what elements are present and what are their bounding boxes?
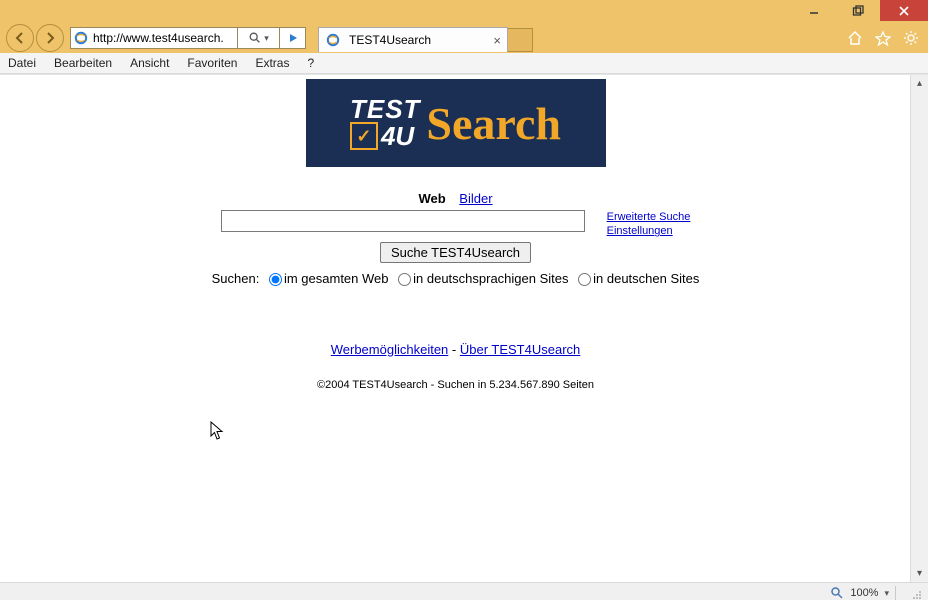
favorites-star-icon[interactable] <box>874 29 892 47</box>
zoom-dropdown[interactable]: ▾ <box>884 588 889 599</box>
browser-navbar: ▾ TEST4Usearch × <box>0 23 928 53</box>
logo-text-search: Search <box>426 97 561 150</box>
tools-gear-icon[interactable] <box>902 29 920 47</box>
address-input[interactable] <box>91 30 225 46</box>
logo-text-test: TEST <box>350 96 420 122</box>
settings-link[interactable]: Einstellungen <box>607 224 691 238</box>
menu-datei[interactable]: Datei <box>8 56 36 70</box>
browser-statusbar: 100% ▾ <box>0 582 928 600</box>
back-button[interactable] <box>6 24 34 52</box>
vertical-scrollbar[interactable]: ▴ ▾ <box>910 75 928 582</box>
menu-ansicht[interactable]: Ansicht <box>130 56 169 70</box>
menu-help[interactable]: ? <box>307 56 314 70</box>
search-input[interactable] <box>221 210 585 232</box>
about-link[interactable]: Über TEST4Usearch <box>460 342 580 357</box>
minimize-button[interactable] <box>792 0 836 21</box>
forward-button[interactable] <box>36 24 64 52</box>
advanced-search-link[interactable]: Erweiterte Suche <box>607 210 691 224</box>
search-scope-dropdown[interactable]: ▾ <box>238 27 280 49</box>
maximize-button[interactable] <box>836 0 880 21</box>
menu-extras[interactable]: Extras <box>255 56 289 70</box>
scope-radio-de-sites[interactable] <box>578 273 591 286</box>
ie-tab-icon <box>325 32 341 48</box>
scope-radio-all[interactable] <box>269 273 282 286</box>
address-bar[interactable] <box>70 27 238 49</box>
zoom-icon[interactable] <box>830 586 844 600</box>
page-viewport: TEST ✓ 4U Search Web Bilder Erweiterte S… <box>0 74 928 582</box>
menu-bearbeiten[interactable]: Bearbeiten <box>54 56 112 70</box>
scroll-down-button[interactable]: ▾ <box>911 565 928 582</box>
search-button[interactable]: Suche TEST4Usearch <box>380 242 531 263</box>
resize-grip-icon[interactable] <box>908 586 922 600</box>
footer-separator: - <box>448 342 460 357</box>
zoom-level[interactable]: 100% <box>850 587 878 599</box>
window-titlebar <box>0 0 928 23</box>
scroll-up-button[interactable]: ▴ <box>911 75 928 92</box>
refresh-go-button[interactable] <box>280 27 306 49</box>
close-button[interactable] <box>880 0 928 21</box>
scope-opt-all: im gesamten Web <box>284 271 389 286</box>
ie-page-icon <box>73 30 89 46</box>
mouse-cursor-icon <box>210 421 224 441</box>
search-tab-images[interactable]: Bilder <box>459 191 492 206</box>
search-tab-web[interactable]: Web <box>418 191 445 206</box>
new-tab-button[interactable] <box>508 28 533 52</box>
site-logo: TEST ✓ 4U Search <box>306 79 606 167</box>
statusbar-separator <box>895 586 896 600</box>
logo-checkmark-icon: ✓ <box>350 122 378 150</box>
scope-opt-de-sites: in deutschen Sites <box>593 271 699 286</box>
tab-close-button[interactable]: × <box>493 33 501 48</box>
logo-text-4u: 4U <box>381 123 414 149</box>
scope-radio-de-lang[interactable] <box>398 273 411 286</box>
menu-favoriten[interactable]: Favoriten <box>187 56 237 70</box>
scope-label: Suchen: <box>212 271 260 286</box>
home-icon[interactable] <box>846 29 864 47</box>
search-scope-row: Suchen: im gesamten Web in deutschsprach… <box>0 271 911 286</box>
footer-copyright: ©2004 TEST4Usearch - Suchen in 5.234.567… <box>0 379 911 391</box>
tab-title: TEST4Usearch <box>349 33 431 47</box>
browser-menubar: Datei Bearbeiten Ansicht Favoriten Extra… <box>0 53 928 74</box>
browser-tab[interactable]: TEST4Usearch × <box>318 27 508 52</box>
scope-opt-de-lang: in deutschsprachigen Sites <box>413 271 568 286</box>
ads-link[interactable]: Werbemöglichkeiten <box>331 342 449 357</box>
